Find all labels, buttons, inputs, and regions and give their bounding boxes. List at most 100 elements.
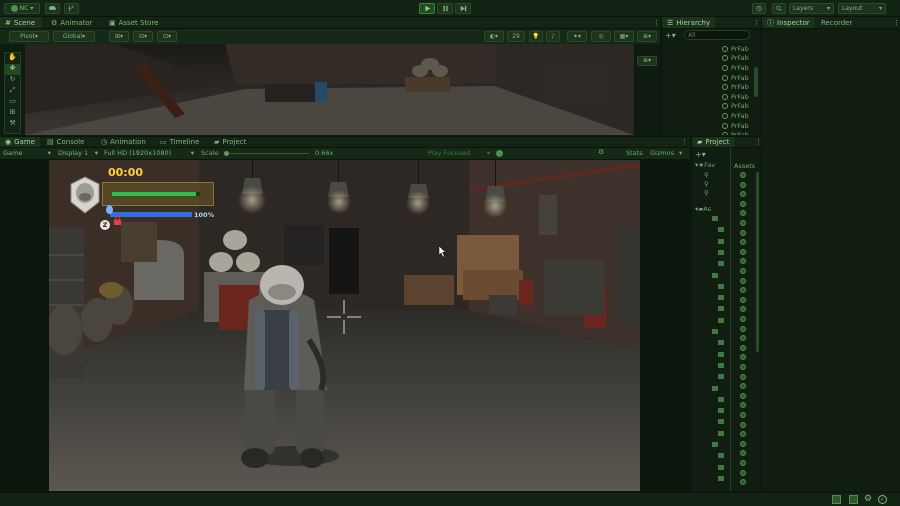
asset-item-icon[interactable]	[740, 220, 746, 226]
hierarchy-item[interactable]: PrFab	[722, 130, 749, 135]
asset-item-icon[interactable]	[740, 296, 746, 303]
check-circle-icon[interactable]: ✓	[878, 495, 887, 504]
folder-icon[interactable]	[718, 227, 724, 233]
play-focused-dropdown[interactable]: Play Focused ▾	[428, 149, 490, 157]
move-tool-icon[interactable]: ✥	[5, 64, 20, 75]
gizmos-toggle[interactable]: ⊕▾	[637, 31, 657, 42]
hierarchy-add-button[interactable]: +▾	[665, 31, 676, 40]
tab-inspector[interactable]: ⓘ Inspector	[762, 17, 815, 28]
asset-item-icon[interactable]	[740, 287, 746, 294]
asset-item-icon[interactable]	[740, 335, 746, 342]
folder-icon[interactable]	[718, 317, 724, 323]
audio-toggle[interactable]: ♪	[546, 31, 560, 42]
asset-item-icon[interactable]	[740, 383, 746, 390]
folder-icon[interactable]	[718, 374, 724, 380]
gizmos-toggle[interactable]: Gizmos	[650, 149, 674, 157]
play-button[interactable]	[419, 3, 435, 14]
folder-icon[interactable]	[712, 329, 718, 334]
asset-item-icon[interactable]	[740, 172, 746, 178]
folder-icon[interactable]	[718, 362, 724, 368]
pivot-dropdown[interactable]: Pivot ▾	[9, 31, 49, 42]
frame-debugger-icon[interactable]: ⚙	[598, 148, 604, 156]
hand-tool-icon[interactable]: ✋	[5, 53, 20, 64]
game-viewport[interactable]	[49, 160, 640, 491]
folder-icon[interactable]	[718, 464, 724, 470]
asset-item-icon[interactable]	[740, 181, 746, 188]
account-dropdown[interactable]: NC ▾	[4, 3, 40, 14]
gizmo-count[interactable]: 29	[507, 31, 525, 42]
asset-item-icon[interactable]	[740, 479, 746, 486]
panel-menu-icon[interactable]: ⋮	[888, 17, 900, 28]
folder-icon[interactable]	[718, 249, 724, 255]
asset-item-icon[interactable]	[740, 248, 746, 255]
rect-tool-icon[interactable]: ▭	[5, 97, 20, 108]
asset-item-icon[interactable]	[740, 431, 746, 438]
hierarchy-search-input[interactable]	[684, 30, 750, 40]
scale-slider[interactable]	[224, 151, 309, 156]
tab-timeline[interactable]: ▭ Timeline	[155, 137, 204, 147]
stats-toggle[interactable]: Stats	[626, 149, 643, 157]
asset-item-icon[interactable]	[740, 316, 746, 322]
tab-project-bottom[interactable]: ▰ Project	[209, 137, 251, 147]
shading-mode-button[interactable]: ◐▾	[484, 31, 504, 42]
cloud-button[interactable]	[45, 3, 60, 14]
folder-icon[interactable]	[712, 216, 718, 221]
panel-menu-icon[interactable]: ⋮	[750, 137, 767, 147]
lighting-toggle[interactable]: 💡	[529, 31, 543, 42]
tab-console[interactable]: ▤ Console	[42, 137, 89, 147]
collab-button[interactable]	[64, 3, 79, 14]
folder-icon[interactable]	[718, 430, 724, 436]
increment-snap-button[interactable]: ⊡▾	[157, 31, 177, 42]
snap-settings-button[interactable]: ⊟▾	[133, 31, 153, 42]
progress-icon[interactable]	[849, 495, 858, 504]
camera-settings-button[interactable]: ▦▾	[614, 31, 634, 42]
asset-item-icon[interactable]	[740, 469, 746, 476]
asset-item-icon[interactable]	[740, 412, 746, 418]
hierarchy-item[interactable]: PrFab	[722, 73, 749, 83]
layout-dropdown[interactable]: Layout ▾	[838, 3, 886, 14]
transform-tool-icon[interactable]: ⊞	[5, 108, 20, 119]
folder-icon[interactable]	[718, 396, 724, 402]
project-scrollbar[interactable]	[756, 172, 759, 352]
hierarchy-item[interactable]: PrFab	[722, 92, 749, 102]
tree-favorites[interactable]: ▾★ Fav	[695, 160, 715, 170]
scale-tool-icon[interactable]: ⤢	[5, 86, 20, 97]
folder-icon[interactable]	[718, 351, 724, 357]
asset-item-icon[interactable]	[740, 268, 746, 274]
folder-icon[interactable]	[718, 453, 724, 459]
scene-viewport[interactable]	[25, 44, 634, 135]
effects-toggle[interactable]: ✦▾	[567, 31, 587, 42]
layers-dropdown[interactable]: Layers ▾	[789, 3, 834, 14]
asset-item-icon[interactable]	[740, 210, 746, 217]
hierarchy-item[interactable]: PrFab	[722, 121, 749, 131]
rotate-tool-icon[interactable]: ↻	[5, 75, 20, 86]
hierarchy-item[interactable]: PrFab	[722, 82, 749, 92]
tab-game[interactable]: ◉ Game	[0, 137, 40, 147]
global-dropdown[interactable]: Global ▾	[53, 31, 95, 42]
asset-item-icon[interactable]	[740, 450, 746, 457]
project-add-button[interactable]: +▾	[695, 150, 706, 159]
history-button[interactable]	[752, 3, 766, 14]
tree-search-3[interactable]: ⚲	[704, 188, 709, 198]
asset-item-icon[interactable]	[740, 200, 746, 207]
tab-animation[interactable]: ◷ Animation	[96, 137, 151, 147]
asset-item-icon[interactable]	[740, 354, 746, 361]
folder-icon[interactable]	[712, 442, 718, 447]
asset-item-icon[interactable]	[740, 460, 746, 466]
asset-item-icon[interactable]	[740, 440, 746, 447]
mute-audio-icon[interactable]	[496, 150, 503, 157]
hidden-objects-toggle[interactable]: ◎	[591, 31, 611, 42]
scene-orientation-gizmo[interactable]: ⊕▾	[637, 56, 657, 66]
folder-icon[interactable]	[718, 283, 724, 289]
tab-animator[interactable]: ⚙ Animator	[46, 17, 97, 28]
tab-project[interactable]: ▰ Project	[692, 137, 735, 147]
tab-asset-store[interactable]: ▣ Asset Store	[104, 17, 164, 28]
pause-button[interactable]	[437, 3, 453, 14]
asset-item-icon[interactable]	[740, 421, 746, 428]
custom-tool-icon[interactable]: ⚒	[5, 119, 20, 130]
asset-item-icon[interactable]	[740, 373, 746, 380]
bug-report-icon[interactable]	[832, 495, 841, 504]
hierarchy-item[interactable]: PrFab	[722, 102, 749, 112]
asset-item-icon[interactable]	[740, 239, 746, 246]
tab-recorder[interactable]: Recorder	[816, 17, 857, 28]
